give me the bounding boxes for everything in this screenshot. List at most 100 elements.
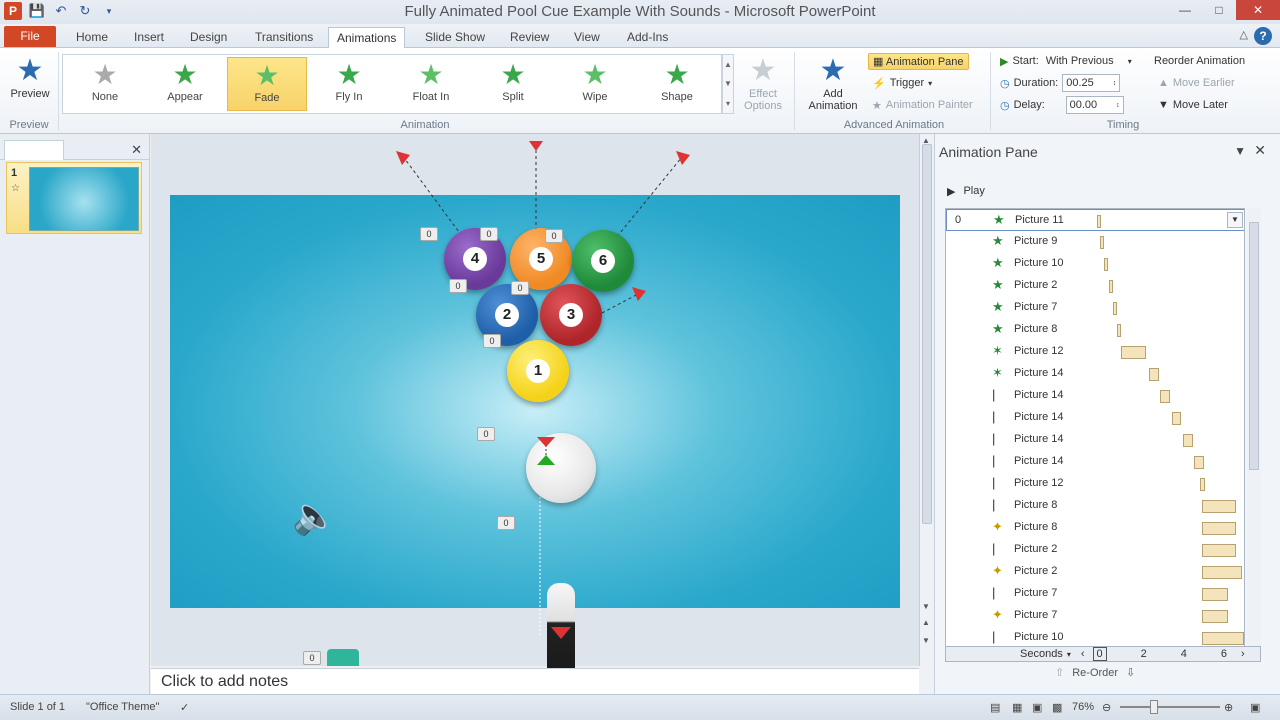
animation-tag[interactable]: 0 (497, 516, 515, 530)
timing-bar[interactable] (1108, 280, 1113, 293)
pool-ball-3[interactable]: 3 (540, 284, 602, 346)
gallery-shape[interactable]: ★ Shape (637, 57, 717, 111)
animation-list-item[interactable]: | Picture 10 (946, 627, 1244, 647)
gallery-scrollbar[interactable]: ▲ ▼ ▾ (722, 54, 734, 114)
scroll-thumb[interactable] (922, 144, 932, 524)
animation-tag[interactable]: 0 (477, 427, 495, 441)
timing-bar[interactable] (1112, 302, 1117, 315)
timing-bar[interactable] (1202, 632, 1244, 645)
animation-list-item[interactable]: | Picture 14 (946, 451, 1244, 473)
tab-home[interactable]: Home (68, 27, 116, 48)
animation-tag[interactable]: 0 (420, 227, 438, 241)
animation-list-item[interactable]: ✶ Picture 14 (946, 363, 1244, 385)
notes-pane[interactable]: Click to add notes (151, 668, 919, 694)
timing-bar[interactable] (1100, 236, 1105, 249)
help-icon[interactable]: ? (1254, 27, 1272, 45)
trigger-button[interactable]: ⚡ Trigger ▾ (872, 73, 932, 93)
animation-list-item[interactable]: | Picture 14 (946, 385, 1244, 407)
animation-list-item[interactable]: ✦ Picture 8 (946, 517, 1244, 539)
zoom-level[interactable]: 76% (1072, 701, 1094, 713)
animation-painter-button[interactable]: ★ Animation Painter (872, 95, 973, 115)
duration-spinner[interactable]: 00.25 ↕ (1062, 74, 1121, 92)
tab-transitions[interactable]: Transitions (247, 27, 321, 48)
timing-bar[interactable] (1171, 412, 1182, 425)
move-later-button[interactable]: ▼ Move Later (1158, 95, 1228, 115)
timing-bar[interactable] (1202, 500, 1236, 513)
delay-spinner[interactable]: 00.00 ↕ (1065, 96, 1124, 114)
item-dropdown-icon[interactable]: ▼ (1227, 212, 1243, 228)
gallery-fly-in[interactable]: ★ Fly In (309, 57, 389, 111)
offslide-object[interactable] (327, 649, 359, 666)
slide-canvas[interactable]: 4 5 6 2 3 1 🔈 0 0 0 0 0 0 0 0 (170, 141, 900, 720)
animation-tag[interactable]: 0 (480, 227, 498, 241)
animation-list-item[interactable]: | Picture 14 (946, 407, 1244, 429)
timing-bar[interactable] (1202, 522, 1236, 535)
timing-bar[interactable] (1097, 215, 1101, 228)
zoom-slider[interactable] (1120, 706, 1220, 708)
animation-list-item[interactable]: 0 ★ Picture 11 ▼ (946, 209, 1244, 231)
tab-insert[interactable]: Insert (126, 27, 172, 48)
timing-bar[interactable] (1202, 610, 1228, 623)
slide-thumbnail[interactable]: 1 ☆ (6, 162, 142, 234)
slide-show-icon[interactable]: ▩ (1052, 701, 1062, 714)
animation-tag[interactable]: 0 (511, 281, 529, 295)
move-earlier-button[interactable]: ▲ Move Earlier (1158, 73, 1235, 93)
tab-slides[interactable] (4, 140, 64, 160)
ribbon-minimize-icon[interactable]: △ (1240, 28, 1248, 41)
animation-list-item[interactable]: | Picture 12 (946, 473, 1244, 495)
animation-list-item[interactable]: ✦ Picture 7 (946, 605, 1244, 627)
timeline-left-icon[interactable]: ‹ (1081, 648, 1085, 660)
timing-bar[interactable] (1194, 456, 1204, 469)
timing-bar[interactable] (1117, 324, 1121, 337)
animation-list-item[interactable]: | Picture 14 (946, 429, 1244, 451)
timing-bar[interactable] (1202, 544, 1236, 557)
pane-menu-icon[interactable]: ▼ (1234, 144, 1246, 158)
animation-list-item[interactable]: ✦ Picture 2 (946, 561, 1244, 583)
animation-list-item[interactable]: ★ Picture 10 (946, 253, 1244, 275)
animation-list-item[interactable]: ★ Picture 2 (946, 275, 1244, 297)
animation-list-item[interactable]: ★ Picture 9 (946, 231, 1244, 253)
animation-list-item[interactable]: | Picture 7 (946, 583, 1244, 605)
pool-ball-6[interactable]: 6 (572, 230, 634, 292)
zoom-out-icon[interactable]: ⊖ (1102, 701, 1111, 714)
animation-list-item[interactable]: ✶ Picture 12 (946, 341, 1244, 363)
timing-bar[interactable] (1199, 478, 1206, 491)
play-button[interactable]: ▶ Play (947, 180, 985, 202)
start-dropdown[interactable]: With Previous ▾ (1043, 52, 1135, 70)
tab-file[interactable]: File (4, 26, 56, 47)
seconds-dropdown[interactable]: Seconds (1020, 648, 1063, 660)
animation-tag[interactable]: 0 (449, 279, 467, 293)
animation-pane-button[interactable]: ▦ Animation Pane (868, 51, 969, 71)
minimize-button[interactable]: — (1168, 0, 1202, 20)
timing-bar[interactable] (1104, 258, 1109, 271)
tab-design[interactable]: Design (182, 27, 235, 48)
spellcheck-icon[interactable]: ✓ (180, 701, 189, 714)
slide-sorter-icon[interactable]: ▦ (1012, 701, 1022, 714)
animation-list-item[interactable]: ★ Picture 7 (946, 297, 1244, 319)
gallery-float-in[interactable]: ★ Float In (391, 57, 471, 111)
tab-slide-show[interactable]: Slide Show (417, 27, 493, 48)
close-icon[interactable]: ✕ (1254, 142, 1266, 159)
add-animation-button[interactable]: ★ Add Animation (800, 52, 866, 116)
timing-bar[interactable] (1182, 434, 1193, 447)
gallery-wipe[interactable]: ★ Wipe (555, 57, 635, 111)
fit-to-window-icon[interactable]: ▣ (1250, 701, 1260, 714)
animation-list-item[interactable]: | Picture 2 (946, 539, 1244, 561)
speaker-icon[interactable]: 🔈 (292, 495, 337, 537)
reorder-up-icon[interactable]: ⇧ (1055, 666, 1064, 679)
gallery-none[interactable]: ★ None (65, 57, 145, 111)
zoom-in-icon[interactable]: ⊕ (1224, 701, 1233, 714)
tab-add-ins[interactable]: Add-Ins (619, 27, 676, 48)
zoom-slider-knob[interactable] (1150, 700, 1158, 714)
timing-bar[interactable] (1160, 390, 1171, 403)
timing-bar[interactable] (1202, 588, 1228, 601)
gallery-appear[interactable]: ★ Appear (145, 57, 225, 111)
notes-scrollbar[interactable] (919, 668, 933, 694)
effect-options-button[interactable]: ★ Effect Options (738, 52, 788, 116)
tab-review[interactable]: Review (502, 27, 557, 48)
gallery-fade[interactable]: ★ Fade (227, 57, 307, 111)
animation-list-item[interactable]: | Picture 8 (946, 495, 1244, 517)
preview-button[interactable]: ★ Preview (6, 52, 54, 116)
close-button[interactable]: ✕ (1236, 0, 1280, 20)
timeline-right-icon[interactable]: › (1241, 648, 1245, 660)
